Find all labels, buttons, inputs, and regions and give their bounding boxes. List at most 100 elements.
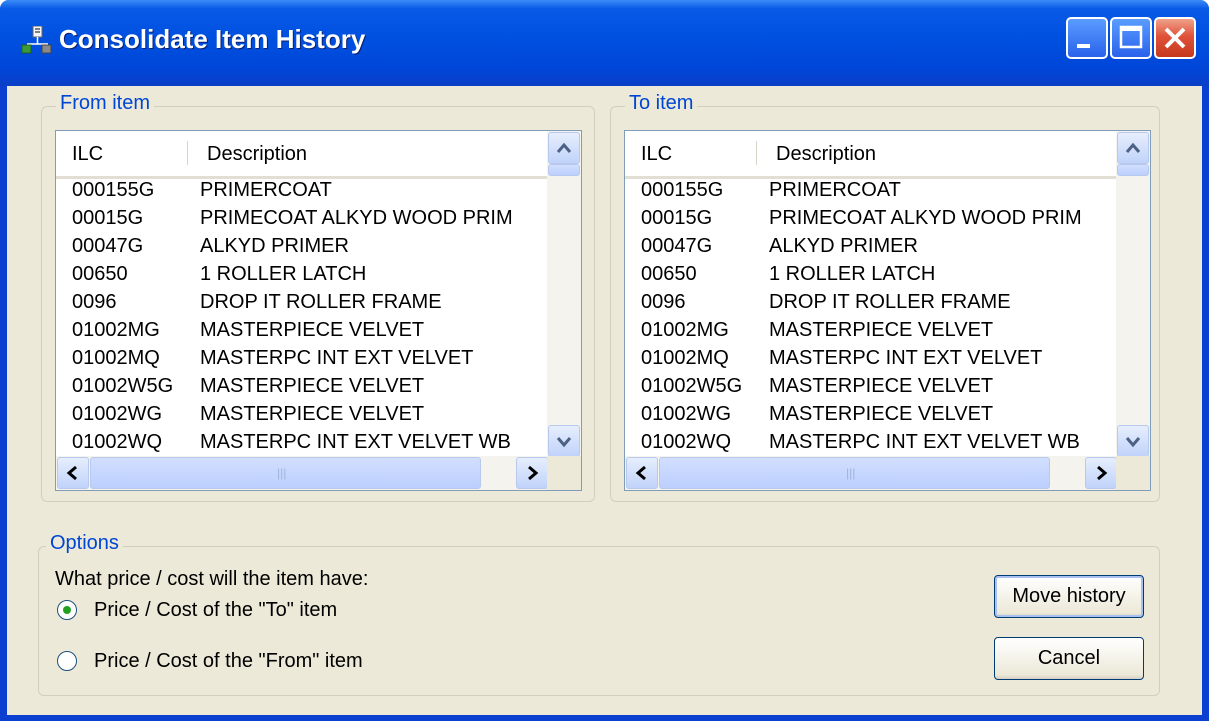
list-row[interactable]: 01002WG MASTERPIECE VELVET	[625, 401, 1118, 429]
ilc-cell: 01002MQ	[641, 347, 729, 369]
title-bar[interactable]: Consolidate Item History	[0, 0, 1209, 86]
dialog-body: From item ILC Description 000155G PRIMERC…	[7, 86, 1202, 715]
vertical-scroll-thumb[interactable]	[1117, 164, 1149, 176]
list-row[interactable]: 01002MG MASTERPIECE VELVET	[625, 317, 1118, 345]
list-row[interactable]: 00015G PRIMECOAT ALKYD WOOD PRIM	[625, 205, 1118, 233]
ilc-cell: 000155G	[641, 179, 724, 201]
scroll-down-button[interactable]	[548, 425, 580, 457]
description-cell: ALKYD PRIMER	[769, 235, 918, 257]
ilc-cell: 01002WG	[641, 403, 732, 425]
options-group: Options What price / cost will the item …	[38, 532, 1160, 696]
list-row[interactable]: 01002WQ MASTERPC INT EXT VELVET WB	[625, 429, 1118, 457]
radio-to-item[interactable]	[57, 600, 77, 620]
horizontal-scroll-thumb[interactable]: |||	[90, 457, 481, 489]
price-question-label: What price / cost will the item have:	[55, 568, 369, 590]
list-row[interactable]: 01002MG MASTERPIECE VELVET	[56, 317, 549, 345]
to-item-label: To item	[625, 92, 698, 115]
description-cell: MASTERPC INT EXT VELVET WB	[200, 431, 511, 453]
column-header-ilc[interactable]: ILC	[72, 143, 103, 166]
scroll-left-button[interactable]	[57, 457, 89, 489]
column-header-ilc[interactable]: ILC	[641, 143, 672, 166]
description-cell: MASTERPC INT EXT VELVET	[200, 347, 474, 369]
column-divider[interactable]	[756, 141, 757, 165]
scroll-left-button[interactable]	[626, 457, 658, 489]
from-horizontal-scrollbar[interactable]: |||	[56, 456, 549, 490]
chevron-up-icon	[1125, 142, 1141, 153]
list-row[interactable]: 00047G ALKYD PRIMER	[56, 233, 549, 261]
description-cell: PRIMERCOAT	[769, 179, 901, 201]
close-button[interactable]	[1154, 17, 1196, 59]
vertical-scroll-thumb[interactable]	[548, 164, 580, 176]
window-title: Consolidate Item History	[59, 24, 366, 54]
description-cell: MASTERPIECE VELVET	[200, 375, 425, 397]
ilc-cell: 00047G	[72, 235, 144, 257]
list-row[interactable]: 01002WG MASTERPIECE VELVET	[56, 401, 549, 429]
column-header-description[interactable]: Description	[207, 143, 307, 166]
list-row[interactable]: 01002W5G MASTERPIECE VELVET	[56, 373, 549, 401]
list-row[interactable]: 00650 1 ROLLER LATCH	[625, 261, 1118, 289]
from-item-group: From item ILC Description 000155G PRIMERC…	[41, 92, 595, 502]
chevron-down-icon	[556, 437, 572, 448]
maximize-button[interactable]	[1110, 17, 1152, 59]
ilc-cell: 01002MQ	[72, 347, 160, 369]
to-list-header: ILC Description	[625, 131, 1150, 179]
from-vertical-scrollbar[interactable]	[547, 131, 581, 458]
list-row[interactable]: 0096 DROP IT ROLLER FRAME	[625, 289, 1118, 317]
scroll-down-button[interactable]	[1117, 425, 1149, 457]
list-row[interactable]: 01002MQ MASTERPC INT EXT VELVET	[56, 345, 549, 373]
move-history-button[interactable]: Move history	[994, 575, 1144, 618]
ilc-cell: 01002MG	[72, 319, 160, 341]
list-row[interactable]: 01002W5G MASTERPIECE VELVET	[625, 373, 1118, 401]
chevron-right-icon	[528, 465, 539, 481]
list-row[interactable]: 000155G PRIMERCOAT	[56, 177, 549, 205]
radio-selected-dot	[63, 606, 71, 614]
column-divider[interactable]	[187, 141, 188, 165]
grip-icon: |||	[846, 466, 856, 480]
to-horizontal-scrollbar[interactable]: |||	[625, 456, 1118, 490]
ilc-cell: 0096	[641, 291, 686, 313]
radio-from-item[interactable]	[57, 651, 77, 671]
description-cell: 1 ROLLER LATCH	[769, 263, 936, 285]
to-item-list[interactable]: ILC Description 000155G PRIMERCOAT 00015G P…	[624, 130, 1151, 491]
description-cell: MASTERPIECE VELVET	[769, 403, 994, 425]
description-cell: MASTERPC INT EXT VELVET	[769, 347, 1043, 369]
column-header-description[interactable]: Description	[776, 143, 876, 166]
close-icon	[1164, 27, 1186, 49]
scroll-right-button[interactable]	[1085, 457, 1117, 489]
chevron-left-icon	[635, 465, 646, 481]
ilc-cell: 01002W5G	[72, 375, 174, 397]
chevron-right-icon	[1097, 465, 1108, 481]
ilc-cell: 0096	[72, 291, 117, 313]
list-row[interactable]: 0096 DROP IT ROLLER FRAME	[56, 289, 549, 317]
options-label: Options	[46, 532, 123, 555]
cancel-button[interactable]: Cancel	[994, 637, 1144, 680]
dialog-window: Consolidate Item History From item ILC D…	[0, 0, 1209, 721]
scroll-up-button[interactable]	[1117, 132, 1149, 164]
minimize-button[interactable]	[1066, 17, 1108, 59]
chevron-left-icon	[66, 465, 77, 481]
horizontal-scroll-thumb[interactable]: |||	[659, 457, 1050, 489]
ilc-cell: 00047G	[641, 235, 713, 257]
list-row[interactable]: 01002MQ MASTERPC INT EXT VELVET	[625, 345, 1118, 373]
radio-from-item-label[interactable]: Price / Cost of the "From" item	[94, 650, 363, 673]
from-list-header: ILC Description	[56, 131, 581, 179]
ilc-cell: 01002W5G	[641, 375, 743, 397]
scroll-up-button[interactable]	[548, 132, 580, 164]
list-row[interactable]: 000155G PRIMERCOAT	[625, 177, 1118, 205]
ilc-cell: 01002WQ	[72, 431, 163, 453]
scroll-right-button[interactable]	[516, 457, 548, 489]
ilc-cell: 00650	[72, 263, 128, 285]
radio-to-item-label[interactable]: Price / Cost of the "To" item	[94, 599, 337, 622]
description-cell: MASTERPIECE VELVET	[200, 319, 425, 341]
ilc-cell: 00015G	[641, 207, 713, 229]
list-row[interactable]: 00650 1 ROLLER LATCH	[56, 261, 549, 289]
list-row[interactable]: 00047G ALKYD PRIMER	[625, 233, 1118, 261]
description-cell: PRIMECOAT ALKYD WOOD PRIM	[200, 207, 513, 229]
list-row[interactable]: 01002WQ MASTERPC INT EXT VELVET WB	[56, 429, 549, 457]
from-item-list[interactable]: ILC Description 000155G PRIMERCOAT 00015G P…	[55, 130, 582, 491]
chevron-up-icon	[556, 142, 572, 153]
maximize-icon	[1119, 25, 1143, 49]
list-row[interactable]: 00015G PRIMECOAT ALKYD WOOD PRIM	[56, 205, 549, 233]
description-cell: PRIMERCOAT	[200, 179, 332, 201]
to-vertical-scrollbar[interactable]	[1116, 131, 1150, 458]
